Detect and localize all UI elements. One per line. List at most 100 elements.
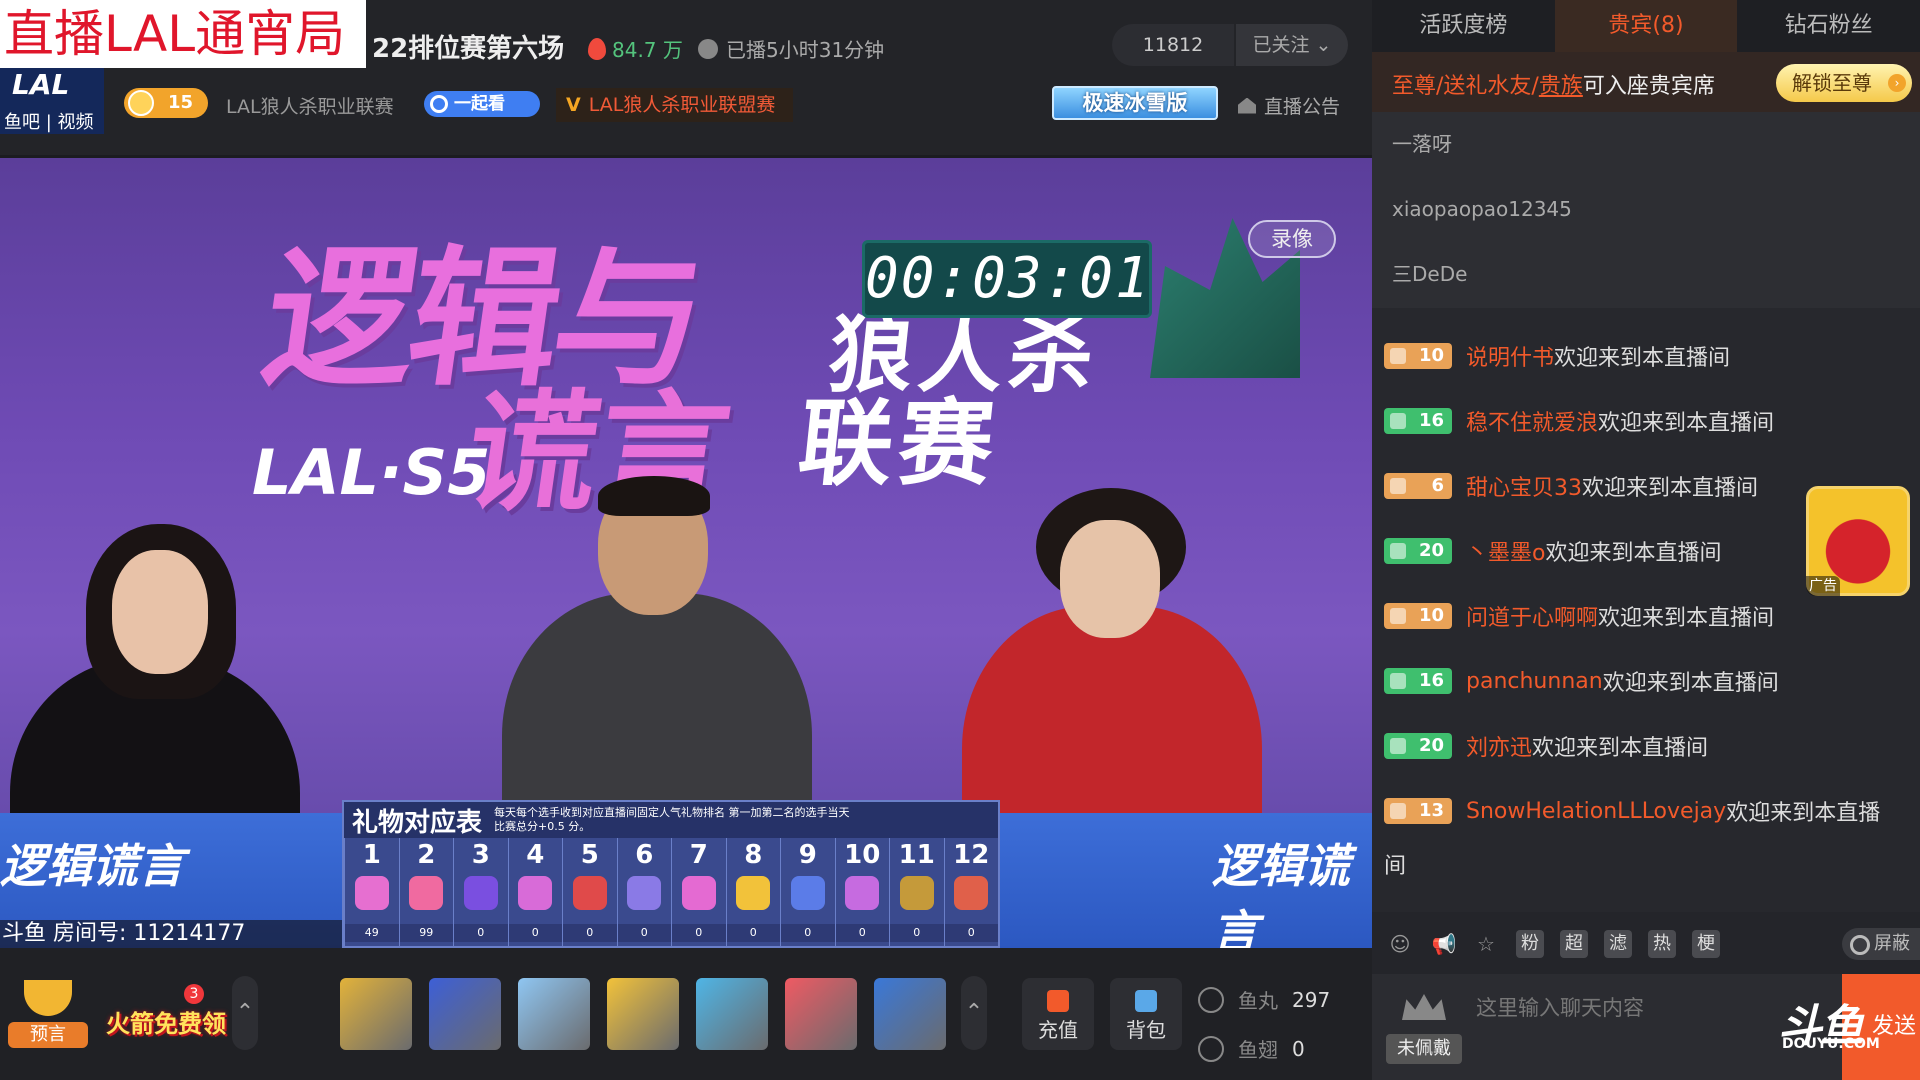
host-right-face xyxy=(1060,520,1160,638)
super-barrage-button[interactable]: 超 xyxy=(1560,930,1588,958)
chat-username[interactable]: 丶墨墨o xyxy=(1466,535,1545,567)
gift-ice-cubes-icon[interactable] xyxy=(874,978,946,1050)
vip-user[interactable]: xiaopaopao12345 xyxy=(1372,177,1920,242)
emoji-icon[interactable]: ☺ xyxy=(1386,930,1414,958)
video-player[interactable]: 逻辑与 谎言 LAL·S5 狼人杀 联赛 00:03:01 录像 逻辑谎言 逻辑… xyxy=(0,158,1372,948)
chevron-right-icon: › xyxy=(1888,74,1906,92)
fan-level-badge[interactable]: 20 xyxy=(1384,733,1452,759)
gift-table-count: 0 xyxy=(454,924,508,942)
gift-table-count: 49 xyxy=(345,924,399,942)
gift-icon xyxy=(790,876,825,910)
gift-table-column: 12 0 xyxy=(943,838,998,948)
stream-duration: 已播5小时31分钟 xyxy=(698,34,884,63)
chat-text: 欢迎来到本直播间 xyxy=(1602,671,1779,696)
free-rocket-count: 3 xyxy=(184,984,204,1004)
announcement-link[interactable]: 直播公告 xyxy=(1238,92,1340,119)
megaphone-icon[interactable]: 📢 xyxy=(1430,930,1458,958)
filter-button[interactable]: 滤 xyxy=(1604,930,1632,958)
tab-vip[interactable]: 贵宾(8) xyxy=(1554,0,1738,52)
chat-input[interactable] xyxy=(1476,988,1806,1028)
fan-level-badge[interactable]: 16 xyxy=(1384,408,1452,434)
hot-words-button[interactable]: 热 xyxy=(1648,930,1676,958)
gift-rocket-red-icon[interactable] xyxy=(429,978,501,1050)
star-icon[interactable]: ☆ xyxy=(1472,930,1500,958)
unlock-supreme-button[interactable]: 解锁至尊 › xyxy=(1776,64,1912,102)
meme-button[interactable]: 梗 xyxy=(1692,930,1720,958)
gift-table-player-number: 4 xyxy=(526,840,545,870)
tab-activity-rank[interactable]: 活跃度榜 xyxy=(1372,0,1555,52)
gift-rocket-gold-icon[interactable] xyxy=(340,978,412,1050)
gift-gold-card-icon[interactable] xyxy=(607,978,679,1050)
chat-message: 20 丶墨墨o 欢迎来到本直播间 xyxy=(1384,535,1721,567)
fan-level-badge[interactable]: 13 xyxy=(1384,798,1452,824)
chat-toolbar: ☺ 📢 ☆ 粉 超 滤 热 梗 屏蔽 xyxy=(1372,912,1920,974)
fishbar-video-links[interactable]: 鱼吧 | 视频 xyxy=(4,108,94,134)
gift-heart-card-icon[interactable] xyxy=(785,978,857,1050)
vip-user[interactable]: 一落呀 xyxy=(1372,112,1920,177)
fan-level-badge[interactable]: 10 xyxy=(1384,603,1452,629)
gift-ticket-icon[interactable] xyxy=(696,978,768,1050)
gift-plane-icon[interactable] xyxy=(518,978,590,1050)
chat-username[interactable]: SnowHelationLLLovejay xyxy=(1466,799,1726,824)
gift-table-column: 11 0 xyxy=(889,838,944,948)
follow-button[interactable]: 已关注 ⌄ xyxy=(1236,24,1348,66)
gift-icon xyxy=(845,876,880,910)
chat-username[interactable]: panchunnan xyxy=(1466,669,1603,694)
badge-unworn-button[interactable]: 未佩戴 xyxy=(1386,994,1462,1070)
room-logo[interactable]: LAL 鱼吧 | 视频 xyxy=(0,68,104,134)
chat-message-list[interactable]: 10 说明什书 欢迎来到本直播间 16 稳不住就爱浪 欢迎来到本直播间 6 甜心宝贝33 欢迎来… xyxy=(1372,308,1920,912)
chat-username[interactable]: 甜心宝贝33 xyxy=(1466,470,1582,502)
house-icon xyxy=(1238,97,1256,114)
gift-table-player-number: 11 xyxy=(898,840,935,870)
gift-table-column: 1 49 xyxy=(344,838,399,948)
follower-count: 11812 xyxy=(1112,24,1234,66)
chat-username[interactable]: 稳不住就爱浪 xyxy=(1466,405,1598,437)
vip-user[interactable]: 三DeDe xyxy=(1372,242,1920,307)
ice-edition-badge[interactable]: 极速冰雪版 xyxy=(1052,86,1218,120)
recharge-icon xyxy=(1047,990,1069,1012)
gift-mapping-table: 礼物对应表 每天每个选手收到对应直播间固定人气礼物排名 第一加第二名的选手当天比… xyxy=(342,800,1000,948)
game-timer: 00:03:01 xyxy=(862,240,1152,318)
chevron-up-icon[interactable]: ⌃ xyxy=(232,976,258,1050)
clock-icon xyxy=(698,38,718,59)
tab-diamond-fans[interactable]: 钻石粉丝 xyxy=(1737,0,1920,52)
recharge-button[interactable]: 充值 xyxy=(1022,978,1094,1050)
chat-username[interactable]: 刘亦迅 xyxy=(1466,730,1532,762)
gift-table-grid: 1 49 2 99 3 0 4 0 5 0 6 0 7 0 8 0 9 0 10 0 11 0 12 0 xyxy=(344,838,998,948)
fan-level-badge[interactable]: 6 xyxy=(1384,473,1452,499)
gift-table-count: 0 xyxy=(508,924,562,942)
fish-ball-balance: 鱼丸 297 xyxy=(1198,985,1330,1014)
gift-table-count: 0 xyxy=(835,924,889,942)
chat-username[interactable]: 问道于心啊啊 xyxy=(1466,600,1598,632)
chat-username[interactable]: 说明什书 xyxy=(1466,340,1554,372)
gift-table-player-number: 7 xyxy=(689,840,708,870)
category-link[interactable]: LAL狼人杀职业联赛 xyxy=(226,92,394,119)
gift-table-gift-name xyxy=(890,910,944,924)
fan-level-badge[interactable]: 20 xyxy=(1384,538,1452,564)
chevron-up-icon[interactable]: ⌃ xyxy=(961,976,987,1050)
gift-table-column: 70 xyxy=(671,838,726,948)
fan-barrage-button[interactable]: 粉 xyxy=(1516,930,1544,958)
gift-table-column: 40 xyxy=(507,838,562,948)
fish-fin-value: 0 xyxy=(1292,1036,1305,1061)
hot-value-text: 84.7 万 xyxy=(612,38,683,62)
free-rocket-button[interactable]: 火箭免费领 3 xyxy=(106,982,226,1048)
anchor-level-badge[interactable]: 15 xyxy=(124,88,208,118)
gift-table-gift-name xyxy=(836,910,890,924)
nobility-link[interactable]: 贵族 xyxy=(1539,74,1583,99)
watch-together-button[interactable]: 一起看 xyxy=(424,91,540,117)
backpack-button[interactable]: 背包 xyxy=(1110,978,1182,1050)
fan-level-badge[interactable]: 16 xyxy=(1384,668,1452,694)
fish-ball-label: 鱼丸 xyxy=(1238,989,1278,1013)
shield-toggle[interactable]: 屏蔽 xyxy=(1842,928,1920,960)
vip-banner-highlight: 至尊/送礼水友/ xyxy=(1392,74,1539,99)
gift-table-count: 0 xyxy=(781,924,835,942)
record-button[interactable]: 录像 xyxy=(1248,220,1336,258)
gift-icon xyxy=(518,876,553,910)
gift-icon xyxy=(463,876,498,910)
league-tag[interactable]: V LAL狼人杀职业联盟赛 xyxy=(556,88,794,122)
forecast-button[interactable]: 预言 xyxy=(8,980,88,1048)
fan-level-badge[interactable]: 10 xyxy=(1384,343,1452,369)
desk-logo-left: 逻辑谎言 xyxy=(0,839,184,893)
free-rocket-label: 火箭免费领 xyxy=(106,1010,226,1038)
